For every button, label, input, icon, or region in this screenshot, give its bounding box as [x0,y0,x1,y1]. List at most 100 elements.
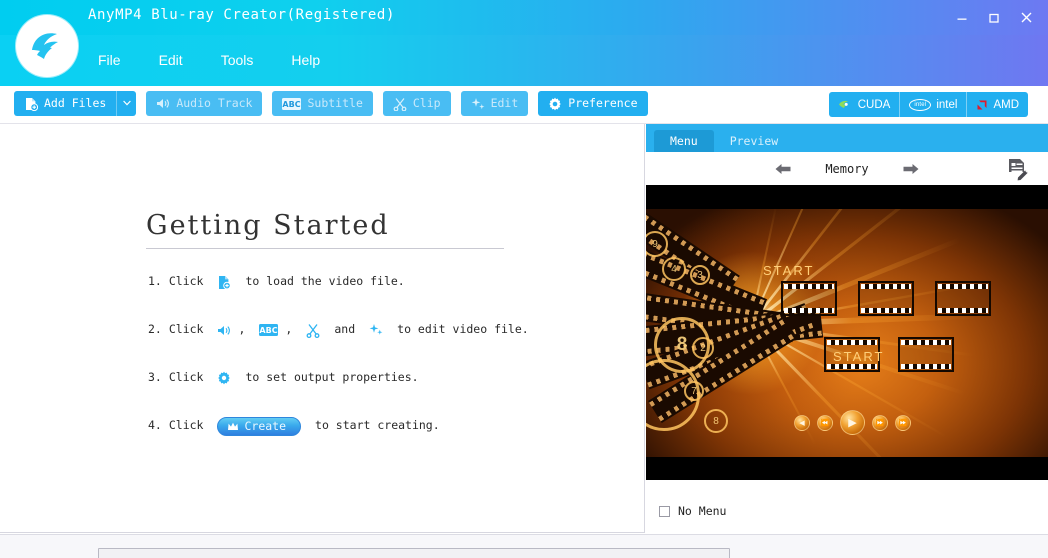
menu-item-file[interactable]: File [96,48,123,72]
edit-label: Edit [490,95,519,110]
toolbar-buttons: Add Files Audio Track ABC Subtitle Clip … [14,91,648,116]
step-1-tail: to load the video file. [245,274,405,289]
speaker-icon [156,97,170,110]
cuda-toggle[interactable]: CUDA [829,92,900,117]
template-name: Memory [825,161,869,176]
step-4: 4. Click Create to start creating. [148,414,628,438]
app-logo [16,15,78,77]
step-1-lead: Click [168,274,204,289]
menu-thumb-3[interactable] [935,281,991,316]
create-button[interactable]: Create [217,416,302,436]
next-track-icon[interactable]: ⏩ [895,414,911,431]
step-4-tail: to start creating. [315,418,440,433]
step-3: 3. Click to set output properties. [148,366,628,390]
audio-track-button[interactable]: Audio Track [146,91,263,116]
play-icon[interactable]: ▶ [840,410,865,435]
clip-button[interactable]: Clip [382,91,451,116]
anymp4-logo-icon [32,33,58,59]
subtitle-button[interactable]: ABC Subtitle [272,91,373,116]
step-1-number: 1. [148,274,162,289]
getting-started-panel: Getting Started 1. Click to load the vid… [0,124,645,533]
clip-label: Clip [412,95,441,110]
gear-icon [217,371,231,385]
menu-preview[interactable]: 9 4 3 8 2 7 8 START START ◀ ⏪ ▶ ⏩ ⏩ [646,185,1048,480]
maximize-icon[interactable] [980,5,1008,31]
add-files-dropdown-button[interactable] [116,91,137,116]
panel-tabs: Menu Preview [646,124,1048,152]
add-files-button[interactable]: Add Files [14,91,117,116]
intel-toggle[interactable]: intel intel [899,92,966,117]
menu-item-tools[interactable]: Tools [219,48,256,72]
prev-track-icon[interactable]: ◀ [794,414,810,431]
gear-icon [548,97,562,111]
menu-thumb-2[interactable] [858,281,914,316]
bottom-path-field[interactable] [98,548,730,558]
intel-icon: intel [909,98,932,111]
hardware-acceleration-group: CUDA intel intel AMD [828,92,1028,117]
window-title: AnyMP4 Blu-ray Creator(Registered) [88,7,395,23]
amd-toggle[interactable]: AMD [966,92,1028,117]
subtitle-label: Subtitle [307,95,363,110]
add-files-group: Add Files [14,91,137,116]
menu-bar-items: File Edit Tools Help [96,48,322,72]
step-3-tail: to set output properties. [245,370,419,385]
amd-icon [976,99,988,111]
step-3-lead: Click [168,370,204,385]
edit-menu-icon[interactable] [1004,156,1030,182]
app-window: AnyMP4 Blu-ray Creator(Registered) File … [0,0,1048,558]
close-icon[interactable] [1012,5,1040,31]
steps-list: 1. Click to load the video file. 2. Clic… [148,270,628,462]
step-1: 1. Click to load the video file. [148,270,628,294]
start-label-inner: START [833,349,885,364]
fast-forward-icon[interactable]: ⏩ [872,414,888,431]
menu-thumb-5[interactable] [898,337,954,372]
menu-preview-artwork: 9 4 3 8 2 7 8 START START ◀ ⏪ ▶ ⏩ ⏩ [646,209,1048,457]
add-files-label: Add Files [44,95,107,110]
add-file-icon [24,97,38,111]
page-title: Getting Started [146,210,390,241]
add-file-icon [217,275,232,290]
svg-text:ABC: ABC [260,326,278,335]
tab-menu[interactable]: Menu [654,130,714,152]
rewind-icon[interactable]: ⏪ [817,414,833,431]
svg-text:ABC: ABC [283,100,301,109]
step-4-lead: Click [168,418,204,433]
arrow-right-icon[interactable] [894,157,928,181]
step-2-number: 2. [148,322,162,337]
step-2-conjunction: and [334,322,356,337]
no-menu-label: No Menu [678,504,727,518]
title-bar: AnyMP4 Blu-ray Creator(Registered) [0,0,1048,35]
minimize-icon[interactable] [948,5,976,31]
step-2-tail: to edit video file. [397,322,529,337]
step-4-number: 4. [148,418,162,433]
create-button-label: Create [244,419,287,433]
intel-label: intel [936,98,958,111]
no-menu-row: No Menu [646,496,1048,526]
speaker-icon [217,324,231,337]
abc-icon: ABC [259,324,279,336]
menu-item-edit[interactable]: Edit [157,48,185,72]
arrow-left-icon[interactable] [766,157,800,181]
menu-thumb-1[interactable] [781,281,837,316]
abc-icon: ABC [282,97,302,110]
sparkle-icon [369,323,383,337]
preference-button[interactable]: Preference [538,91,648,116]
amd-label: AMD [993,98,1019,111]
title-divider [146,248,504,249]
no-menu-checkbox[interactable] [659,505,670,517]
edit-button[interactable]: Edit [460,91,529,116]
preview-transport-controls: ◀ ⏪ ▶ ⏩ ⏩ [794,410,911,435]
audio-track-label: Audio Track [176,95,253,110]
window-controls [948,0,1040,35]
tab-preview[interactable]: Preview [714,130,794,152]
intel-badge-text: intel [914,101,927,108]
step-2-separator-2: , [285,322,293,337]
chevron-down-icon [122,99,131,108]
step-2-lead: Click [168,322,204,337]
scissors-icon [306,323,320,338]
step-2-separator-1: , [238,322,246,337]
nvidia-icon [838,99,853,110]
menu-item-help[interactable]: Help [289,48,322,72]
start-label-top: START [763,263,815,278]
preference-label: Preference [568,95,638,110]
